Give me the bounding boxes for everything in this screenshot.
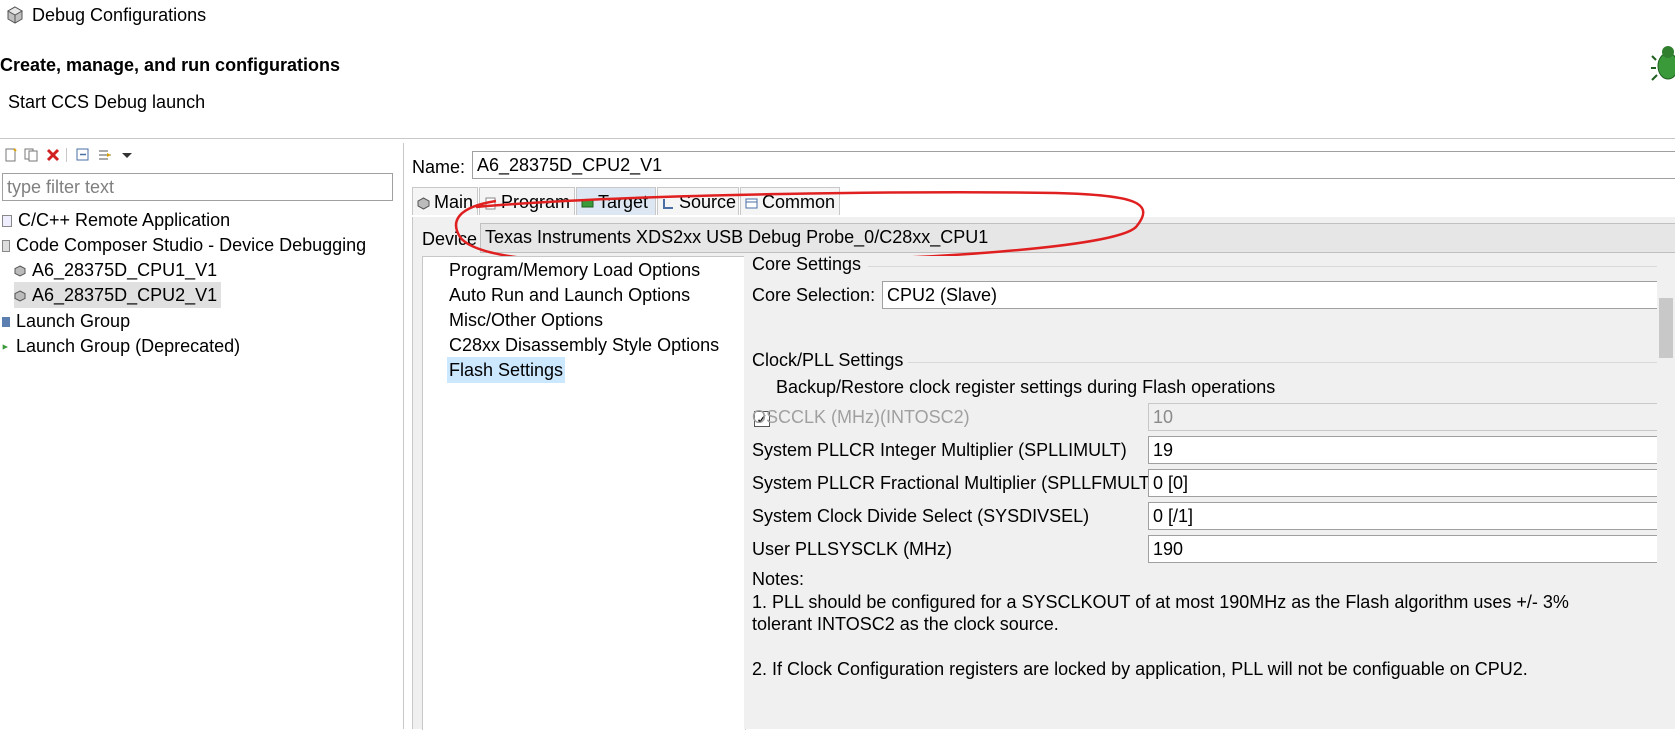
option-auto-run-launch[interactable]: Auto Run and Launch Options xyxy=(447,282,692,308)
option-misc-other[interactable]: Misc/Other Options xyxy=(447,307,605,333)
spllimult-label: System PLLCR Integer Multiplier (SPLLIMU… xyxy=(752,440,1127,460)
tab-main[interactable]: Main xyxy=(412,187,478,215)
core-settings-title: Core Settings xyxy=(752,256,862,274)
tab-target[interactable]: Target xyxy=(576,187,656,215)
device-value[interactable]: Texas Instruments XDS2xx USB Debug Probe… xyxy=(480,223,1675,253)
target-tab-icon xyxy=(581,199,594,208)
vertical-scrollbar[interactable] xyxy=(1657,258,1675,729)
pllsysclk-label: User PLLSYSCLK (MHz) xyxy=(752,539,953,559)
source-tab-icon xyxy=(663,198,673,209)
config-tabs: Main Program Target Source Common xyxy=(412,187,1675,218)
c-app-icon xyxy=(2,215,12,228)
tab-common[interactable]: Common xyxy=(740,187,840,215)
launch-arrow-icon xyxy=(2,344,8,350)
backup-restore-label: Backup/Restore clock register settings d… xyxy=(776,377,1276,397)
pllsysclk-field[interactable]: 190 xyxy=(1148,535,1675,563)
bug-icon xyxy=(1651,46,1675,81)
clock-settings-title: Clock/PLL Settings xyxy=(752,350,904,370)
name-label: Name: xyxy=(412,157,466,177)
toolbar-divider xyxy=(66,148,67,162)
header-subtitle: Start CCS Debug launch xyxy=(8,92,206,112)
scrollbar-thumb[interactable] xyxy=(1659,298,1673,358)
core-selection-label: Core Selection: xyxy=(752,285,876,305)
duplicate-icon[interactable] xyxy=(24,148,38,162)
common-tab-icon xyxy=(745,198,758,209)
config-toolbar xyxy=(0,143,403,167)
sysdivsel-label: System Clock Divide Select (SYSDIVSEL) xyxy=(752,506,1090,526)
header-separator xyxy=(0,138,1675,139)
tree-item-launch-group[interactable]: Launch Group xyxy=(2,308,130,334)
note-1-line-1: 1. PLL should be configured for a SYSCLK… xyxy=(752,592,1569,612)
option-program-memory-load[interactable]: Program/Memory Load Options xyxy=(447,257,702,283)
note-2: 2. If Clock Configuration registers are … xyxy=(752,659,1528,679)
window-title: Debug Configurations xyxy=(32,5,207,25)
filter-icon[interactable] xyxy=(98,148,112,162)
filter-input[interactable] xyxy=(2,173,393,201)
tree-item-launch-group-deprecated[interactable]: Launch Group (Deprecated) xyxy=(2,333,240,359)
option-flash-settings[interactable]: Flash Settings xyxy=(447,357,566,383)
target-options-list: Program/Memory Load Options Auto Run and… xyxy=(422,256,746,730)
core-selection-dropdown[interactable]: CPU2 (Slave) xyxy=(882,281,1675,309)
group-divider xyxy=(868,266,1675,267)
title-bar: Debug Configurations xyxy=(0,0,1675,32)
tree-item-ccs-device-debugging[interactable]: Code Composer Studio - Device Debugging xyxy=(2,232,366,258)
main-tab-icon xyxy=(417,197,430,210)
tab-source[interactable]: Source xyxy=(657,187,739,215)
tab-program[interactable]: Program xyxy=(479,187,575,215)
oscclk-label: OSCCLK (MHz)(INTOSC2) xyxy=(752,407,970,427)
header-title: Create, manage, and run configurations xyxy=(0,55,341,75)
tree-item-cpp-remote[interactable]: C/C++ Remote Application xyxy=(2,207,230,233)
tree-item-cpu1-config[interactable]: A6_28375D_CPU1_V1 xyxy=(14,257,217,283)
group-divider xyxy=(908,362,1675,363)
delete-icon[interactable] xyxy=(46,148,60,162)
name-input[interactable] xyxy=(472,151,1675,179)
spllfmult-field[interactable]: 0 [0] xyxy=(1148,469,1675,497)
config-icon xyxy=(14,290,26,302)
new-config-icon[interactable] xyxy=(4,148,18,162)
program-tab-icon xyxy=(485,197,496,210)
launch-group-icon xyxy=(2,317,10,328)
sysdivsel-field[interactable]: 0 [/1] xyxy=(1148,502,1675,530)
option-disassembly-style[interactable]: C28xx Disassembly Style Options xyxy=(447,332,721,358)
flash-settings-panel: Core Settings Core Selection: CPU2 (Slav… xyxy=(744,256,1675,729)
spllfmult-label: System PLLCR Fractional Multiplier (SPLL… xyxy=(752,473,1156,493)
config-detail-pane: Name: Main Program Target Source Common … xyxy=(406,143,1675,730)
oscclk-field: 10 xyxy=(1148,403,1675,431)
note-1-line-2: tolerant INTOSC2 as the clock source. xyxy=(752,614,1059,634)
ccs-icon xyxy=(2,240,10,253)
device-label: Device xyxy=(422,229,478,249)
config-tree-pane: C/C++ Remote Application Code Composer S… xyxy=(0,143,404,729)
dropdown-arrow-icon[interactable] xyxy=(120,148,134,162)
notes-title: Notes: xyxy=(752,569,805,589)
spllimult-field[interactable]: 19 xyxy=(1148,436,1675,464)
tree-item-cpu2-config[interactable]: A6_28375D_CPU2_V1 xyxy=(14,282,222,308)
config-icon xyxy=(14,265,26,277)
debug-config-icon xyxy=(6,6,24,24)
collapse-all-icon[interactable] xyxy=(76,148,90,162)
